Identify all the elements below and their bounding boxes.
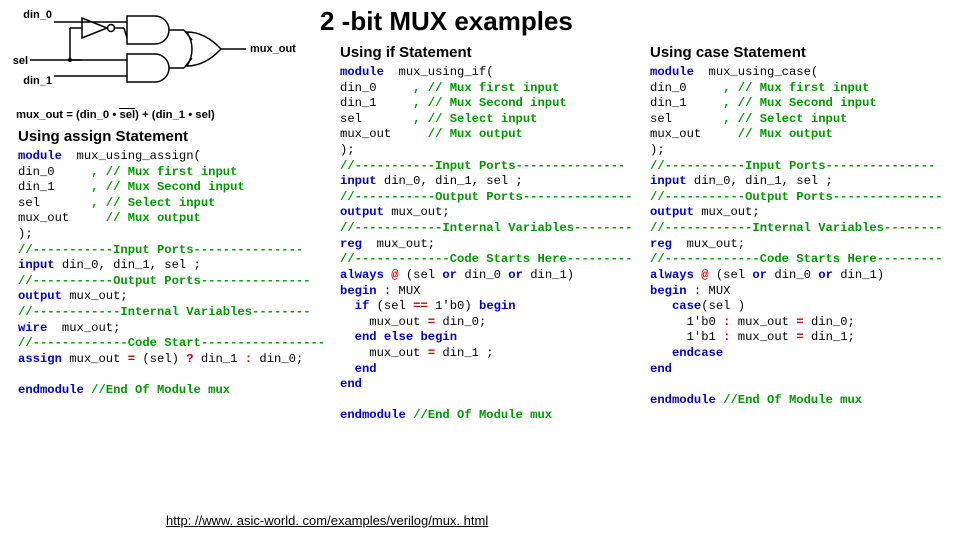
label-sel: sel (13, 55, 28, 67)
code-case: module mux_using_case( din_0 , // Mux fi… (650, 65, 947, 408)
schematic-diagram: din_0 sel din_1 mux_out mux_out = (din_0… (12, 8, 302, 121)
source-url: http: //www. asic-world. com/examples/ve… (166, 513, 488, 528)
heading-assign: Using assign Statement (18, 128, 315, 145)
label-din0: din_0 (23, 9, 52, 21)
column-if: Using if Statement module mux_using_if( … (340, 44, 637, 424)
code-if: module mux_using_if( din_0 , // Mux firs… (340, 65, 637, 424)
label-muxout: mux_out (250, 43, 296, 55)
heading-case: Using case Statement (650, 44, 947, 61)
column-assign: Using assign Statement module mux_using_… (18, 128, 315, 399)
heading-if: Using if Statement (340, 44, 637, 61)
code-assign: module mux_using_assign( din_0 , // Mux … (18, 149, 315, 399)
page-title: 2 -bit MUX examples (320, 6, 573, 37)
label-din1: din_1 (23, 75, 52, 87)
column-case: Using case Statement module mux_using_ca… (650, 44, 947, 408)
